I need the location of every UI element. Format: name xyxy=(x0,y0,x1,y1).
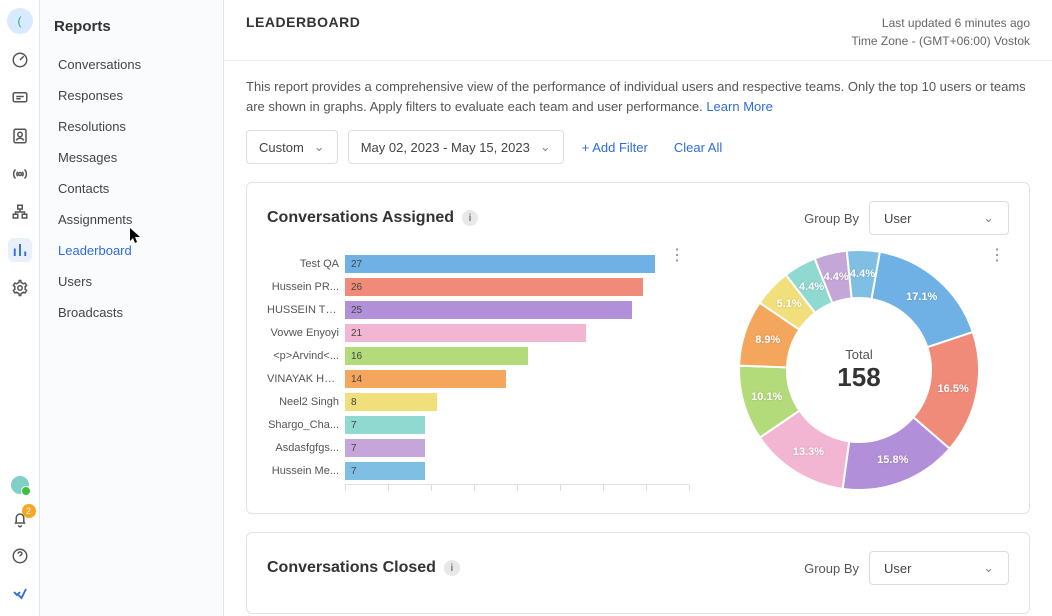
donut-slice-label: 13.3% xyxy=(793,446,824,458)
bar-label: Asdasfgfgs... xyxy=(267,442,339,454)
sidebar-item-conversations[interactable]: Conversations xyxy=(54,49,223,80)
user-avatar[interactable] xyxy=(9,474,31,496)
info-icon[interactable]: i xyxy=(462,210,478,226)
donut-slice-label: 8.9% xyxy=(755,334,780,346)
card-title: Conversations Assigned xyxy=(267,209,454,227)
donut-center-value: 158 xyxy=(837,362,880,393)
notifications-icon[interactable]: 2 xyxy=(8,508,32,532)
workspace-avatar[interactable]: ( xyxy=(7,8,33,34)
bar-label: Shargo_Cha... xyxy=(267,419,339,431)
conversations-assigned-card: Conversations Assigned i Group By User⌄ … xyxy=(246,182,1030,514)
help-icon[interactable] xyxy=(8,544,32,568)
conversations-closed-card: Conversations Closed i Group By User⌄ xyxy=(246,532,1030,614)
sidebar-item-resolutions[interactable]: Resolutions xyxy=(54,111,223,142)
bar-row: Hussein PR... 26 xyxy=(267,278,689,296)
chevron-down-icon: ⌄ xyxy=(540,139,551,155)
bar-label: Vovwe Enyoyi xyxy=(267,327,339,339)
bar-row: Vovwe Enyoyi 21 xyxy=(267,324,689,342)
settings-icon[interactable] xyxy=(8,276,32,300)
brand-icon[interactable] xyxy=(8,580,32,604)
donut-slice-label: 17.1% xyxy=(906,291,937,303)
bar-chart: ⋮ Test QA27Hussein PR...26HUSSEIN TE...2… xyxy=(267,245,689,495)
bar-row: HUSSEIN TE... 25 xyxy=(267,301,689,319)
bar-row: <p>Arvind<... 16 xyxy=(267,347,689,365)
bar-fill[interactable]: 7 xyxy=(345,462,425,480)
donut-chart: ⋮ Total 158 17.1% 16.5% 15.8% 13.3% 10.1% 8.9… xyxy=(709,245,1009,495)
sidebar-title: Reports xyxy=(54,18,223,35)
bar-row: Neel2 Singh 8 xyxy=(267,393,689,411)
bar-fill[interactable]: 14 xyxy=(345,370,506,388)
dashboard-icon[interactable] xyxy=(8,48,32,72)
sidebar: Reports ConversationsResponsesResolution… xyxy=(40,0,224,616)
sidebar-item-contacts[interactable]: Contacts xyxy=(54,173,223,204)
donut-slice-label: 4.4% xyxy=(824,271,849,283)
bar-label: VINAYAK HA... xyxy=(267,373,339,385)
main: LEADERBOARD Last updated 6 minutes ago T… xyxy=(224,0,1052,616)
bar-row: Hussein Me... 7 xyxy=(267,462,689,480)
page-title: LEADERBOARD xyxy=(246,14,360,30)
groupby-label: Group By xyxy=(804,561,859,576)
bar-label: HUSSEIN TE... xyxy=(267,304,339,316)
card-title: Conversations Closed xyxy=(267,559,436,577)
bar-fill[interactable]: 21 xyxy=(345,324,586,342)
groupby-label: Group By xyxy=(804,211,859,226)
donut-slice-label: 4.4% xyxy=(850,268,875,280)
donut-slice-label: 5.1% xyxy=(777,298,802,310)
bar-label: Neel2 Singh xyxy=(267,396,339,408)
topbar: LEADERBOARD Last updated 6 minutes ago T… xyxy=(224,0,1052,61)
contacts-icon[interactable] xyxy=(8,124,32,148)
bar-fill[interactable]: 7 xyxy=(345,416,425,434)
donut-chart-menu-icon[interactable]: ⋮ xyxy=(989,245,1005,265)
reports-icon[interactable] xyxy=(8,238,32,262)
sidebar-item-leaderboard[interactable]: Leaderboard xyxy=(54,235,223,266)
bar-fill[interactable]: 27 xyxy=(345,255,655,273)
sidebar-item-responses[interactable]: Responses xyxy=(54,80,223,111)
bar-row: VINAYAK HA... 14 xyxy=(267,370,689,388)
learn-more-link[interactable]: Learn More xyxy=(706,99,772,114)
timezone: Time Zone - (GMT+06:00) Vostok xyxy=(851,32,1030,50)
chevron-down-icon: ⌄ xyxy=(983,560,994,576)
range-type-select[interactable]: Custom⌄ xyxy=(246,130,338,164)
broadcast-icon[interactable] xyxy=(8,162,32,186)
bar-row: Test QA 27 xyxy=(267,255,689,273)
donut-slice-label: 10.1% xyxy=(751,391,782,403)
bar-fill[interactable]: 16 xyxy=(345,347,528,365)
chevron-down-icon: ⌄ xyxy=(983,210,994,226)
iconbar: ( 2 xyxy=(0,0,40,616)
chat-icon[interactable] xyxy=(8,86,32,110)
info-icon[interactable]: i xyxy=(444,560,460,576)
sidebar-item-broadcasts[interactable]: Broadcasts xyxy=(54,297,223,328)
bar-label: <p>Arvind<... xyxy=(267,350,339,362)
bar-fill[interactable]: 26 xyxy=(345,278,643,296)
bar-row: Asdasfgfgs... 7 xyxy=(267,439,689,457)
bar-fill[interactable]: 8 xyxy=(345,393,437,411)
sidebar-item-messages[interactable]: Messages xyxy=(54,142,223,173)
org-icon[interactable] xyxy=(8,200,32,224)
bar-fill[interactable]: 7 xyxy=(345,439,425,457)
groupby-select[interactable]: User⌄ xyxy=(869,551,1009,585)
add-filter-button[interactable]: + Add Filter xyxy=(574,134,656,161)
donut-slice-label: 16.5% xyxy=(938,383,969,395)
bar-row: Shargo_Cha... 7 xyxy=(267,416,689,434)
bar-label: Hussein Me... xyxy=(267,465,339,477)
bar-label: Test QA xyxy=(267,258,339,270)
date-range-select[interactable]: May 02, 2023 - May 15, 2023⌄ xyxy=(348,130,564,164)
donut-slice-label: 4.4% xyxy=(799,281,824,293)
notification-badge: 2 xyxy=(22,504,36,518)
description: This report provides a comprehensive vie… xyxy=(246,77,1030,116)
donut-slice-label: 15.8% xyxy=(877,454,908,466)
last-updated: Last updated 6 minutes ago xyxy=(851,14,1030,32)
donut-center-label: Total xyxy=(837,347,880,362)
bar-fill[interactable]: 25 xyxy=(345,301,632,319)
groupby-select[interactable]: User⌄ xyxy=(869,201,1009,235)
sidebar-item-assignments[interactable]: Assignments xyxy=(54,204,223,235)
chevron-down-icon: ⌄ xyxy=(314,139,325,155)
sidebar-item-users[interactable]: Users xyxy=(54,266,223,297)
clear-all-button[interactable]: Clear All xyxy=(666,134,730,161)
bar-label: Hussein PR... xyxy=(267,281,339,293)
